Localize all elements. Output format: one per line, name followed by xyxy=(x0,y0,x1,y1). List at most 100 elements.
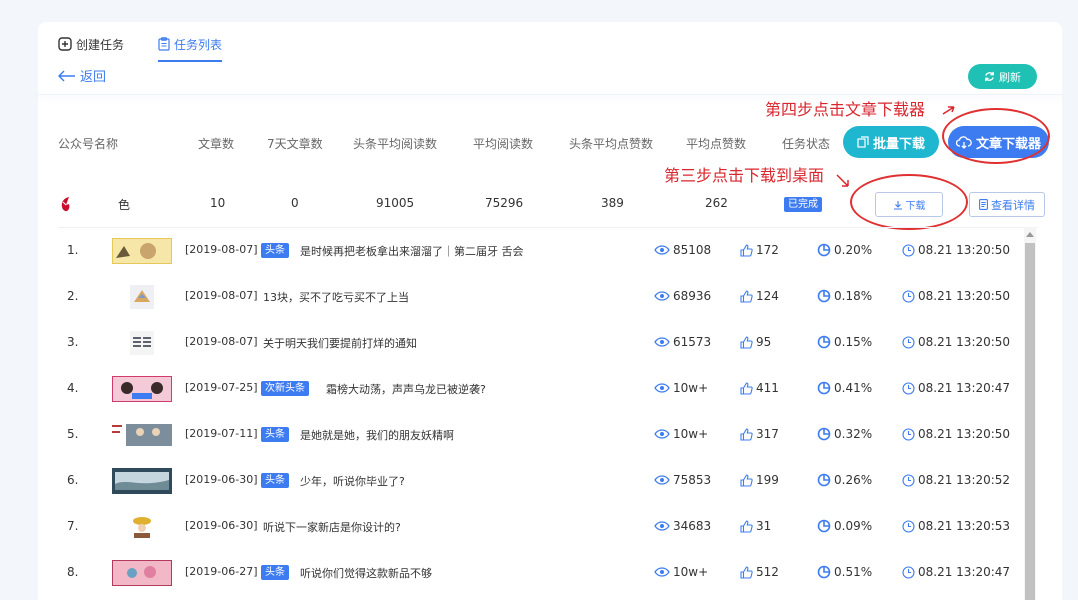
pie-chart-icon xyxy=(817,289,831,303)
row-likes: 124 xyxy=(740,289,779,303)
back-link[interactable]: 返回 xyxy=(58,66,106,85)
row-rate-value: 0.18% xyxy=(834,289,873,303)
article-thumbnail xyxy=(112,376,172,402)
eye-icon xyxy=(654,567,670,577)
row-likes-value: 31 xyxy=(756,519,772,533)
download-button[interactable]: 下载 xyxy=(875,192,943,217)
row-time: 08.21 13:20:52 xyxy=(902,473,1010,487)
article-thumbnail xyxy=(112,284,172,310)
article-row[interactable]: 3. [2019-08-07] 关于明天我们要提前打烊的通知 61573 95 … xyxy=(58,320,1023,366)
row-likes-value: 199 xyxy=(756,473,779,487)
article-thumbnail xyxy=(112,330,172,356)
thumb-up-icon xyxy=(740,565,753,579)
row-rate-value: 0.09% xyxy=(834,519,873,533)
row-likes-value: 124 xyxy=(756,289,779,303)
row-reads-value: 34683 xyxy=(673,519,712,533)
row-likes-value: 172 xyxy=(756,243,779,257)
row-likes: 512 xyxy=(740,565,779,579)
eye-icon xyxy=(654,337,670,347)
tab-create-task[interactable]: 创建任务 xyxy=(58,30,124,58)
summary-head-avg-read: 91005 xyxy=(376,196,415,210)
row-reads-value: 75853 xyxy=(673,473,712,487)
row-time-value: 08.21 13:20:52 xyxy=(918,473,1011,487)
scroll-up-arrow-icon[interactable] xyxy=(1026,232,1034,237)
pie-chart-icon xyxy=(817,335,831,349)
row-title[interactable]: 听说你们觉得这款新品不够 xyxy=(300,565,432,581)
row-title[interactable]: 13块，买不了吃亏买不了上当 xyxy=(263,289,409,305)
article-thumbnail xyxy=(112,514,172,540)
header-divider xyxy=(38,94,1062,95)
row-reads-value: 10w+ xyxy=(673,381,709,395)
article-row[interactable]: 5. [2019-07-11] 头条 是她就是她，我们的朋友妖精啊 10w+ 3… xyxy=(58,412,1023,458)
summary-articles: 10 xyxy=(210,196,226,210)
header-avg-read: 平均阅读数 xyxy=(473,137,534,151)
clock-icon xyxy=(902,473,915,487)
refresh-button[interactable]: 刷新 xyxy=(968,64,1037,89)
thumb-up-icon xyxy=(740,427,753,441)
view-detail-button[interactable]: 查看详情 xyxy=(969,192,1045,217)
article-row[interactable]: 8. [2019-06-27] 头条 听说你们觉得这款新品不够 10w+ 512… xyxy=(58,550,1023,596)
row-tag: 头条 xyxy=(261,427,289,442)
row-index: 7. xyxy=(67,519,79,533)
article-thumbnail xyxy=(112,560,172,586)
batch-download-button[interactable]: 批量下载 xyxy=(843,126,939,158)
thumb-up-icon xyxy=(740,473,753,487)
main-card: 创建任务 任务列表 返回 刷新 公众号名称 文章数 7天文章数 头条平均阅读数 … xyxy=(38,22,1062,600)
row-time-value: 08.21 13:20:50 xyxy=(918,427,1011,441)
row-time: 08.21 13:20:50 xyxy=(902,289,1010,303)
eye-icon xyxy=(654,429,670,439)
article-row[interactable]: 6. [2019-06-30] 头条 少年，听说你毕业了? 75853 199 … xyxy=(58,458,1023,504)
row-date: [2019-06-30] xyxy=(185,473,258,486)
annotation-arrow-icon xyxy=(942,106,955,115)
row-title[interactable]: 少年，听说你毕业了? xyxy=(300,473,405,489)
row-title[interactable]: 霜榜大动荡，声声乌龙已被逆袭? xyxy=(326,381,486,397)
pie-chart-icon xyxy=(817,381,831,395)
tab-bar: 创建任务 任务列表 xyxy=(58,30,223,62)
row-reads-value: 61573 xyxy=(673,335,712,349)
status-badge: 已完成 xyxy=(784,197,822,212)
article-row[interactable]: 4. [2019-07-25] 次新头条 霜榜大动荡，声声乌龙已被逆袭? 10w… xyxy=(58,366,1023,412)
clock-icon xyxy=(902,335,915,349)
row-time: 08.21 13:20:50 xyxy=(902,335,1010,349)
back-label: 返回 xyxy=(80,70,107,85)
row-rate-value: 0.26% xyxy=(834,473,873,487)
row-index: 5. xyxy=(67,427,79,441)
view-detail-label: 查看详情 xyxy=(991,198,1035,212)
row-reads: 75853 xyxy=(654,473,711,487)
eye-icon xyxy=(654,245,670,255)
summary-account-name: 色 xyxy=(118,198,131,212)
row-reads: 10w+ xyxy=(654,427,708,441)
row-title[interactable]: 关于明天我们要提前打烊的通知 xyxy=(263,335,417,351)
row-likes-value: 512 xyxy=(756,565,779,579)
article-row[interactable]: 2. [2019-08-07] 13块，买不了吃亏买不了上当 68936 124… xyxy=(58,274,1023,320)
row-time: 08.21 13:20:50 xyxy=(902,427,1010,441)
summary-avg-read: 75296 xyxy=(485,196,524,210)
row-likes-value: 317 xyxy=(756,427,779,441)
article-row[interactable]: 1. [2019-08-07] 头条 是时候再把老板拿出来溜溜了｜第二届牙 舌会… xyxy=(58,228,1023,274)
clock-icon xyxy=(902,381,915,395)
header-avg-like: 平均点赞数 xyxy=(686,137,747,151)
row-title[interactable]: 是时候再把老板拿出来溜溜了｜第二届牙 舌会 xyxy=(300,243,524,259)
list-scrollbar[interactable] xyxy=(1024,227,1036,600)
pie-chart-icon xyxy=(817,473,831,487)
row-rate-value: 0.51% xyxy=(834,565,873,579)
header-articles-7d: 7天文章数 xyxy=(267,137,323,151)
clock-icon xyxy=(902,289,915,303)
pie-chart-icon xyxy=(817,519,831,533)
row-title[interactable]: 听说下一家新店是你设计的? xyxy=(263,519,401,535)
scrollbar-thumb[interactable] xyxy=(1025,243,1035,600)
row-date: [2019-08-07] xyxy=(185,289,258,302)
row-likes-value: 411 xyxy=(756,381,779,395)
row-title[interactable]: 是她就是她，我们的朋友妖精啊 xyxy=(300,427,454,443)
pie-chart-icon xyxy=(817,243,831,257)
eye-icon xyxy=(654,291,670,301)
batch-download-label: 批量下载 xyxy=(872,136,925,152)
eye-icon xyxy=(654,475,670,485)
copy-icon xyxy=(857,136,869,148)
tab-task-list[interactable]: 任务列表 xyxy=(158,30,223,62)
row-reads: 34683 xyxy=(654,519,711,533)
article-row[interactable]: 7. [2019-06-30] 听说下一家新店是你设计的? 34683 31 0… xyxy=(58,504,1023,550)
row-time-value: 08.21 13:20:47 xyxy=(918,565,1011,579)
row-index: 3. xyxy=(67,335,79,349)
clipboard-icon xyxy=(158,37,170,51)
